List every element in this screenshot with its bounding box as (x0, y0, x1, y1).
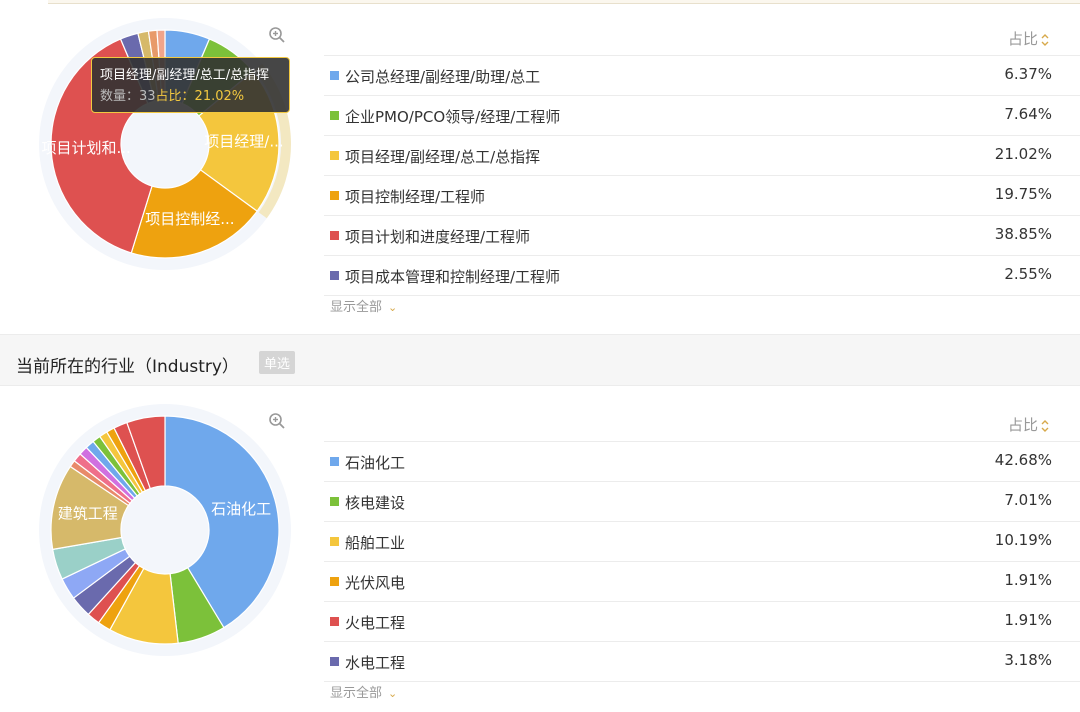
legend-square (330, 497, 339, 506)
chevron-down-icon: ⌄ (388, 301, 398, 314)
table-row: 项目计划和进度经理/工程师 38.85% (324, 216, 1080, 256)
row-pct: 7.01% (1004, 491, 1052, 509)
row-name: 核电建设 (345, 494, 406, 512)
row-name: 项目计划和进度经理/工程师 (345, 228, 531, 246)
legend-square (330, 657, 339, 666)
pie-chart-1: 项目经理/... 项目控制经... 项目计划和... (39, 18, 292, 270)
data-table-2: 占比 石油化工 42.68% 核电建设 7.01% 船舶工业 10.19% 光伏风电 1.91… (324, 394, 1080, 701)
row-name: 项目成本管理和控制经理/工程师 (345, 268, 561, 286)
single-choice-badge: 单选 (259, 351, 296, 374)
row-name: 船舶工业 (345, 534, 406, 552)
data-table-1: 占比 公司总经理/副经理/助理/总工 6.37% 企业PMO/PCO领导/经理/工程… (324, 8, 1080, 315)
row-pct: 2.55% (1004, 265, 1052, 283)
show-all-button[interactable]: 显示全部 ⌄ (330, 296, 397, 315)
zoom-in-icon[interactable] (268, 26, 286, 44)
row-name: 光伏风电 (345, 574, 406, 592)
legend-square (330, 71, 339, 80)
pie-slice-label: 项目控制经... (145, 210, 234, 228)
row-name: 水电工程 (345, 654, 406, 672)
table-row: 石油化工 42.68% (324, 442, 1080, 482)
table-row: 火电工程 1.91% (324, 602, 1080, 642)
table-row: 水电工程 3.18% (324, 642, 1080, 682)
row-pct: 7.64% (1004, 105, 1052, 123)
table-row: 光伏风电 1.91% (324, 562, 1080, 602)
chart-tooltip: 项目经理/副经理/总工/总指挥 数量：33占比：21.02% (91, 57, 290, 113)
legend-square (330, 617, 339, 626)
legend-square (330, 231, 339, 240)
row-pct: 1.91% (1004, 611, 1052, 629)
row-pct: 42.68% (994, 451, 1052, 469)
legend-square (330, 537, 339, 546)
legend-square (330, 271, 339, 280)
pie-chart-2: 石油化工 建筑工程 (39, 404, 291, 656)
table-header: 占比 (324, 8, 1080, 56)
sort-icon (1041, 33, 1049, 46)
row-pct: 38.85% (994, 225, 1052, 243)
tooltip-title: 项目经理/副经理/总工/总指挥 (100, 68, 270, 83)
pie-slice-label: 石油化工 (211, 500, 271, 518)
sort-pct-button[interactable]: 占比 (1008, 28, 1050, 49)
sort-icon (1041, 419, 1049, 432)
row-pct: 19.75% (994, 185, 1052, 203)
table-row: 公司总经理/副经理/助理/总工 6.37% (324, 56, 1080, 96)
pie-slice-label: 项目计划和... (41, 139, 130, 157)
table-row: 项目经理/副经理/总工/总指挥 21.02% (324, 136, 1080, 176)
pie-slice-label: 项目经理/... (204, 133, 283, 151)
row-name: 石油化工 (345, 454, 406, 472)
tooltip-pct: 占比：21.02% (155, 89, 245, 104)
table-row: 核电建设 7.01% (324, 482, 1080, 522)
legend-square (330, 457, 339, 466)
show-all-button[interactable]: 显示全部 ⌄ (330, 682, 397, 701)
legend-square (330, 151, 339, 160)
table-header: 占比 (324, 394, 1080, 442)
zoom-in-icon[interactable] (268, 412, 286, 430)
row-name: 公司总经理/副经理/助理/总工 (345, 68, 541, 86)
pie-slice-label: 建筑工程 (58, 505, 118, 523)
row-name: 火电工程 (345, 614, 406, 632)
legend-square (330, 577, 339, 586)
table-row: 企业PMO/PCO领导/经理/工程师 7.64% (324, 96, 1080, 136)
legend-square (330, 191, 339, 200)
row-pct: 1.91% (1004, 571, 1052, 589)
table-row: 项目控制经理/工程师 19.75% (324, 176, 1080, 216)
tooltip-count: 数量：33 (100, 89, 156, 104)
row-name: 项目经理/副经理/总工/总指挥 (345, 148, 541, 166)
sort-pct-button[interactable]: 占比 (1008, 414, 1050, 435)
row-pct: 6.37% (1004, 65, 1052, 83)
row-name: 项目控制经理/工程师 (345, 188, 486, 206)
table-row: 项目成本管理和控制经理/工程师 2.55% (324, 256, 1080, 296)
row-pct: 3.18% (1004, 651, 1052, 669)
row-pct: 21.02% (994, 145, 1052, 163)
row-pct: 10.19% (994, 531, 1052, 549)
section-header-industry: 当前所在的行业（Industry） 单选 (0, 334, 1080, 386)
section-title: 当前所在的行业（Industry） (16, 357, 239, 377)
table-row: 船舶工业 10.19% (324, 522, 1080, 562)
chevron-down-icon: ⌄ (388, 687, 398, 700)
chart-block-2: 石油化工 建筑工程 占比 石油化工 42.68% 核电建设 7.01% 船舶工业 10.19… (0, 386, 1080, 712)
chart-block-1: 项目经理/... 项目控制经... 项目计划和... 占比 公司总经理/副经理/助理… (0, 0, 1080, 330)
row-name: 企业PMO/PCO领导/经理/工程师 (345, 108, 561, 126)
legend-square (330, 111, 339, 120)
